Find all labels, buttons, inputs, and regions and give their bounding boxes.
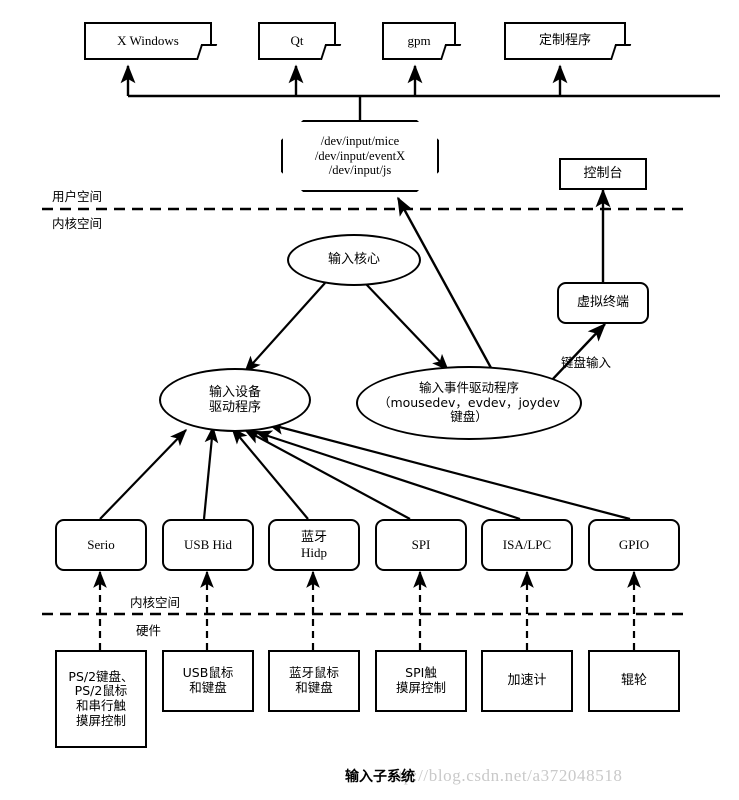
input-event-driver-line-2: （mousedev，evdev，joydev <box>377 394 561 410</box>
divider-label-kernel-space-top: 内核空间 <box>52 216 103 231</box>
virtual-terminal-box[interactable]: 虚拟终端 <box>557 282 649 324</box>
hw-label-ps2-line-4: 摸屏控制 <box>75 712 126 728</box>
hw-box-bluetooth-devices[interactable]: 蓝牙鼠标 和键盘 <box>268 650 360 712</box>
hw-box-accelerometer[interactable]: 加速计 <box>481 650 573 712</box>
bus-label-bluetooth-hidp-line-1: 蓝牙 <box>300 529 327 545</box>
input-core-label: 输入核心 <box>327 252 380 268</box>
bus-box-spi[interactable]: SPI <box>375 519 467 571</box>
hw-label-roller: 辊轮 <box>620 673 647 689</box>
divider-label-kernel-space-bottom: 内核空间 <box>130 595 181 610</box>
app-label-x-windows: X Windows <box>117 33 179 49</box>
bus-label-usb-hid: USB Hid <box>183 537 233 553</box>
device-node-line-2: /dev/input/eventX <box>314 148 406 163</box>
divider-label-hardware: 硬件 <box>136 623 162 638</box>
hw-label-ps2-line-3: 和串行触 <box>75 698 126 713</box>
hw-label-spi-line-1: SPI触 <box>405 665 437 681</box>
hw-label-bt-line-1: 蓝牙鼠标 <box>288 665 339 681</box>
input-event-driver-ellipse[interactable]: 输入事件驱动程序 （mousedev，evdev，joydev 键盘） <box>356 366 582 440</box>
bus-label-gpio: GPIO <box>618 537 650 553</box>
input-event-driver-line-3: 键盘） <box>450 409 488 425</box>
app-label-custom-program: 定制程序 <box>538 33 591 49</box>
bus-label-serio: Serio <box>87 537 115 553</box>
bus-box-bluetooth-hidp[interactable]: 蓝牙 Hidp <box>268 519 360 571</box>
bus-box-gpio[interactable]: GPIO <box>588 519 680 571</box>
input-device-driver-ellipse[interactable]: 输入设备 驱动程序 <box>159 368 311 432</box>
bus-label-bluetooth-hidp-line-2: Hidp <box>301 545 327 560</box>
bus-box-serio[interactable]: Serio <box>55 519 147 571</box>
app-label-qt: Qt <box>290 33 304 49</box>
edge-label-keyboard-input: 键盘输入 <box>561 355 612 370</box>
hw-label-accelerometer: 加速计 <box>507 673 547 689</box>
hw-label-ps2-line-1: PS/2键盘、 <box>68 668 134 684</box>
app-box-gpm[interactable]: gpm <box>382 22 462 60</box>
hw-label-usb-line-2: 和键盘 <box>189 680 227 695</box>
device-node-box[interactable]: /dev/input/mice /dev/input/eventX /dev/i… <box>281 120 439 192</box>
diagram-caption: 输入子系统 <box>345 769 415 785</box>
app-box-qt[interactable]: Qt <box>258 22 342 60</box>
app-label-gpm: gpm <box>407 33 431 49</box>
divider-label-user-space: 用户空间 <box>52 189 103 204</box>
bus-label-isa-lpc: ISA/LPC <box>502 537 552 553</box>
bus-box-isa-lpc[interactable]: ISA/LPC <box>481 519 573 571</box>
input-core-ellipse[interactable]: 输入核心 <box>287 234 421 286</box>
hw-box-spi-touch[interactable]: SPI触 摸屏控制 <box>375 650 467 712</box>
hw-box-roller[interactable]: 辊轮 <box>588 650 680 712</box>
console-box[interactable]: 控制台 <box>559 158 647 190</box>
hw-label-bt-line-2: 和键盘 <box>295 680 333 695</box>
app-box-x-windows[interactable]: X Windows <box>84 22 218 60</box>
input-event-driver-line-1: 输入事件驱动程序 <box>418 379 519 395</box>
bus-box-usb-hid[interactable]: USB Hid <box>162 519 254 571</box>
watermark-text: ttp://blog.csdn.net/a372048518 <box>393 766 623 785</box>
bus-label-spi: SPI <box>411 537 431 553</box>
input-device-driver-line-1: 输入设备 <box>208 384 261 400</box>
device-node-line-1: /dev/input/mice <box>320 133 400 148</box>
app-box-custom-program[interactable]: 定制程序 <box>504 22 632 60</box>
console-label: 控制台 <box>583 166 623 182</box>
hw-label-usb-line-1: USB鼠标 <box>182 665 234 681</box>
hw-label-ps2-line-2: PS/2鼠标 <box>74 683 128 699</box>
virtual-terminal-label: 虚拟终端 <box>576 295 629 311</box>
device-node-line-3: /dev/input/js <box>328 163 392 178</box>
hw-box-ps2-devices[interactable]: PS/2键盘、 PS/2鼠标 和串行触 摸屏控制 <box>55 650 147 748</box>
input-device-driver-line-2: 驱动程序 <box>208 400 261 415</box>
hw-label-spi-line-2: 摸屏控制 <box>395 680 446 695</box>
hw-box-usb-devices[interactable]: USB鼠标 和键盘 <box>162 650 254 712</box>
